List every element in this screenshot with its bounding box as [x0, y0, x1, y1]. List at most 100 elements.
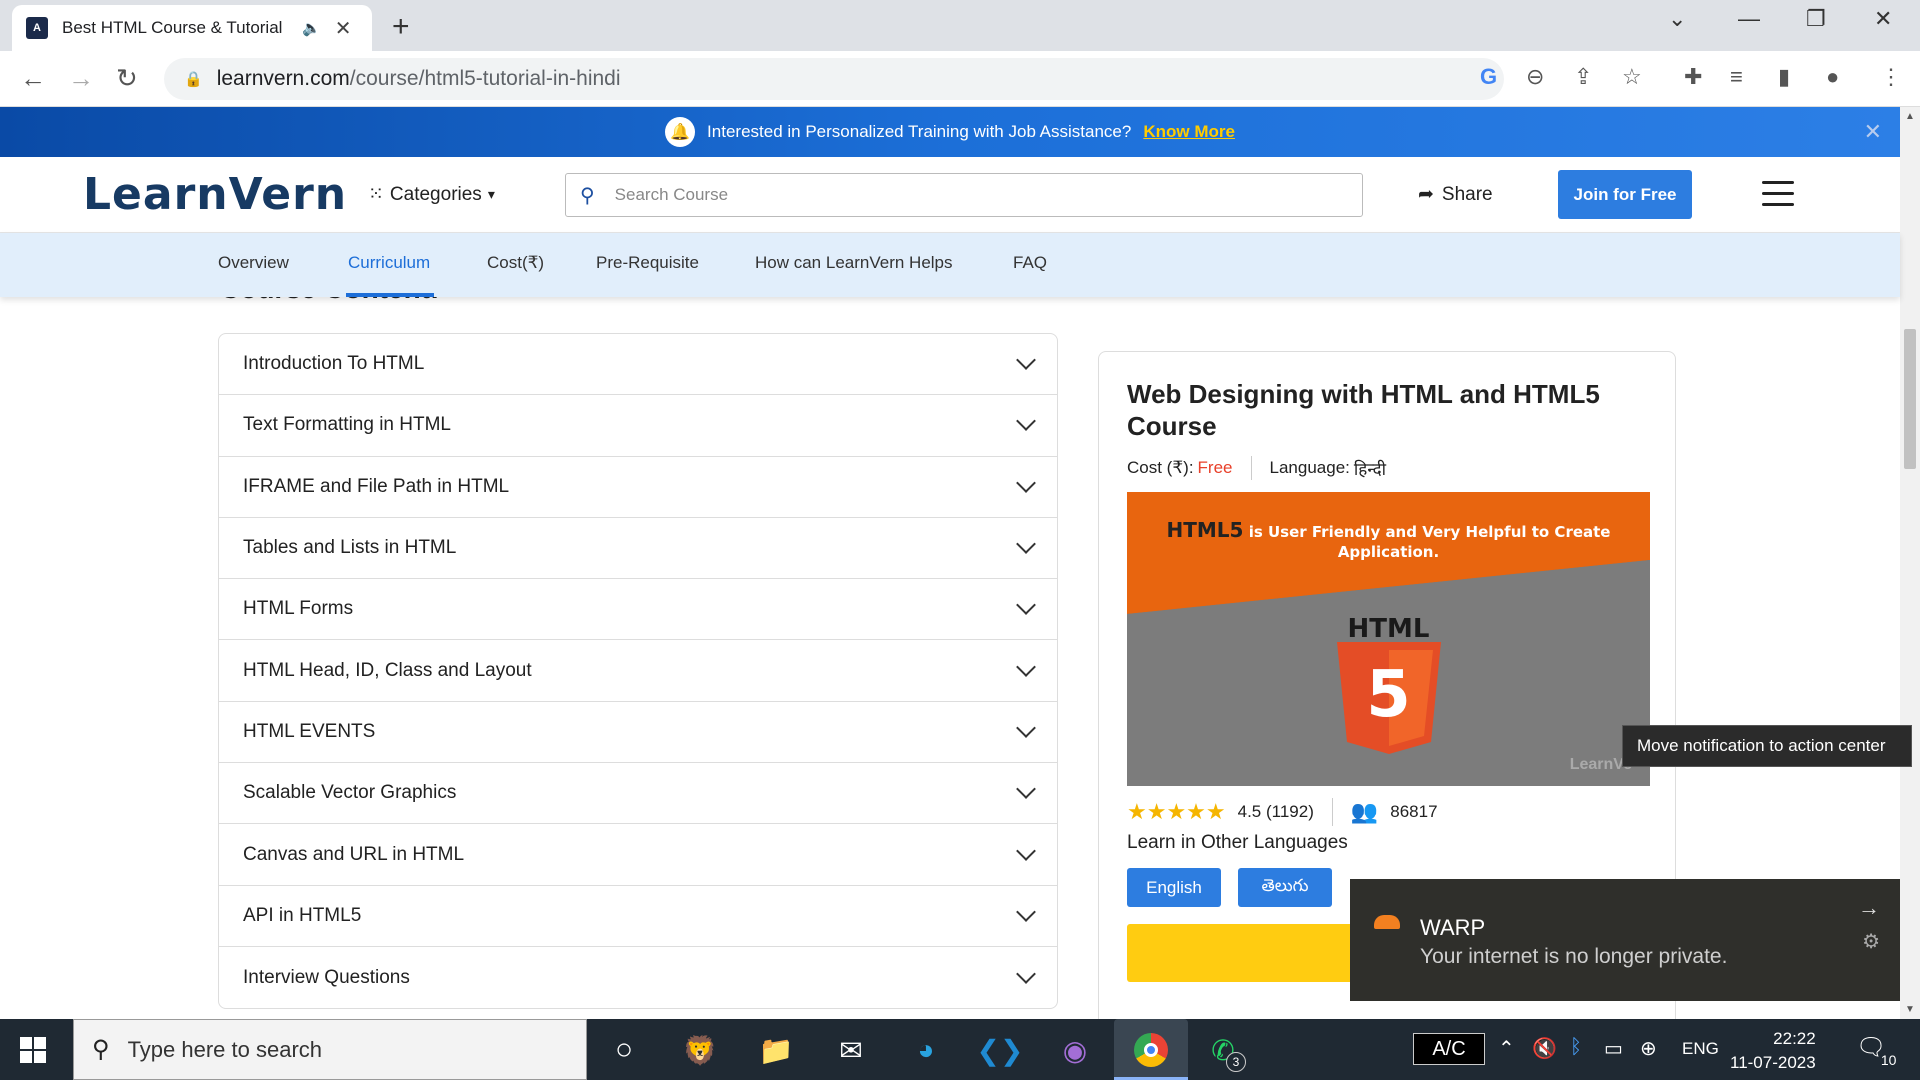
- close-tab-icon[interactable]: ✕: [335, 16, 352, 41]
- warp-notification[interactable]: WARP Your internet is no longer private.…: [1350, 879, 1900, 1001]
- learnvern-logo[interactable]: LearnVern: [83, 169, 347, 220]
- whatsapp-icon[interactable]: ✆ 3: [1200, 1028, 1246, 1072]
- vscode-icon[interactable]: ❮❯: [977, 1028, 1024, 1072]
- page-scrollbar[interactable]: ▲ ▼: [1900, 107, 1920, 1019]
- search-course-input[interactable]: ⚲ Search Course: [565, 173, 1363, 217]
- file-explorer-icon[interactable]: 📁: [753, 1028, 799, 1072]
- tab-faq[interactable]: FAQ: [1013, 253, 1047, 273]
- reload-icon[interactable]: ↻: [116, 63, 138, 94]
- module-row[interactable]: HTML Head, ID, Class and Layout: [219, 640, 1057, 702]
- scroll-up-icon[interactable]: ▲: [1905, 111, 1915, 122]
- module-title: IFRAME and File Path in HTML: [243, 475, 510, 497]
- restore-button[interactable]: ❐: [1806, 6, 1826, 32]
- gear-icon[interactable]: ⚙: [1862, 929, 1880, 954]
- close-window-button[interactable]: ✕: [1874, 6, 1892, 32]
- profile-avatar-icon[interactable]: ●: [1826, 64, 1839, 90]
- tab-search-icon[interactable]: ⌄: [1668, 6, 1686, 32]
- english-language-button[interactable]: English: [1127, 868, 1221, 907]
- share-page-icon[interactable]: ⇪: [1574, 64, 1592, 90]
- module-row[interactable]: IFRAME and File Path in HTML: [219, 457, 1057, 518]
- telugu-language-button[interactable]: తెలుగు: [1238, 868, 1332, 907]
- chevron-down-icon: [1016, 901, 1036, 922]
- mail-icon[interactable]: ✉: [828, 1028, 874, 1072]
- toast-message: Your internet is no longer private.: [1420, 945, 1728, 968]
- chevron-down-icon: [1016, 963, 1036, 984]
- cortana-icon[interactable]: ○: [601, 1028, 647, 1072]
- join-for-free-button[interactable]: Join for Free: [1558, 170, 1692, 219]
- input-language[interactable]: ENG: [1682, 1039, 1719, 1059]
- battery-icon[interactable]: ▭: [1604, 1036, 1623, 1061]
- module-row[interactable]: Interview Questions: [219, 947, 1057, 1008]
- categories-menu[interactable]: ⁙ Categories ▾: [368, 183, 495, 206]
- chrome-menu-icon[interactable]: ⋮: [1880, 64, 1902, 90]
- categories-label: Categories: [389, 183, 482, 205]
- github-desktop-icon[interactable]: ◉: [1052, 1028, 1098, 1072]
- browser-toolbar: ← → ↻ 🔒 learnvern.com /course/html5-tuto…: [0, 51, 1920, 107]
- thumbnail-headline-html5: HTML5: [1166, 518, 1244, 542]
- hamburger-menu-icon[interactable]: [1762, 181, 1794, 214]
- scrollbar-thumb[interactable]: [1904, 329, 1916, 469]
- bookmark-star-icon[interactable]: ☆: [1622, 64, 1642, 90]
- show-hidden-icons-icon[interactable]: ⌃: [1498, 1036, 1515, 1061]
- action-center-icon[interactable]: 🗨 10: [1856, 1033, 1897, 1068]
- volume-muted-icon[interactable]: 🔇: [1532, 1036, 1557, 1061]
- module-row[interactable]: API in HTML5: [219, 886, 1057, 947]
- thumbnail-headline-text: is User Friendly and Very Helpful to Cre…: [1248, 523, 1611, 561]
- module-row[interactable]: Tables and Lists in HTML: [219, 518, 1057, 580]
- side-panel-icon[interactable]: ▮: [1778, 64, 1790, 90]
- url-path: /course/html5-tutorial-in-hindi: [349, 67, 621, 90]
- google-lens-icon[interactable]: G: [1480, 64, 1497, 90]
- module-row[interactable]: Scalable Vector Graphics: [219, 763, 1057, 825]
- tab-overview[interactable]: Overview: [218, 253, 289, 273]
- media-control-icon[interactable]: ≡: [1730, 64, 1743, 90]
- arrow-right-icon[interactable]: →: [1858, 895, 1880, 921]
- module-title: HTML Head, ID, Class and Layout: [243, 659, 532, 681]
- chevron-down-icon: [1016, 411, 1036, 432]
- know-more-link[interactable]: Know More: [1143, 122, 1235, 142]
- course-thumbnail[interactable]: HTML5 is User Friendly and Very Helpful …: [1127, 492, 1650, 786]
- module-row[interactable]: HTML EVENTS: [219, 702, 1057, 764]
- chevron-down-icon: [1016, 595, 1036, 616]
- taskbar-search-input[interactable]: ⚲ Type here to search: [73, 1019, 587, 1080]
- ac-indicator[interactable]: A/C: [1413, 1033, 1485, 1065]
- scroll-down-icon[interactable]: ▼: [1905, 1004, 1915, 1015]
- new-tab-button[interactable]: +: [392, 10, 410, 44]
- address-bar[interactable]: 🔒 learnvern.com /course/html5-tutorial-i…: [164, 58, 1504, 100]
- taskbar-search-placeholder: Type here to search: [127, 1036, 323, 1062]
- tab-cost[interactable]: Cost(₹): [487, 253, 544, 273]
- close-banner-icon[interactable]: ✕: [1864, 119, 1882, 145]
- brave-browser-icon[interactable]: 🦁: [677, 1028, 723, 1072]
- site-favicon-icon: A: [26, 17, 48, 39]
- module-row[interactable]: Text Formatting in HTML: [219, 395, 1057, 457]
- module-row[interactable]: Introduction To HTML: [219, 334, 1057, 396]
- share-button[interactable]: ➦ Share: [1418, 183, 1493, 206]
- chevron-down-icon: [1016, 840, 1036, 861]
- extensions-icon[interactable]: ✚: [1684, 64, 1702, 90]
- tab-pre-requisite[interactable]: Pre-Requisite: [596, 253, 699, 273]
- minimize-button[interactable]: —: [1738, 6, 1760, 32]
- edge-browser-icon[interactable]: ◕: [903, 1028, 949, 1072]
- browser-tab[interactable]: A Best HTML Course & Tutorial 🔈 ✕: [12, 5, 372, 51]
- star-rating-icon: ★★★★★: [1127, 799, 1226, 824]
- module-row[interactable]: HTML Forms: [219, 579, 1057, 641]
- promo-banner: 🔔 Interested in Personalized Training wi…: [0, 107, 1900, 157]
- active-tab-indicator: [346, 293, 434, 297]
- windows-start-icon[interactable]: [20, 1037, 46, 1063]
- tab-curriculum[interactable]: Curriculum: [348, 253, 430, 273]
- learners-icon: 👥: [1350, 799, 1379, 824]
- back-icon[interactable]: ←: [20, 63, 46, 94]
- module-row[interactable]: Canvas and URL in HTML: [219, 824, 1057, 886]
- lock-icon[interactable]: 🔒: [184, 70, 203, 88]
- bluetooth-icon[interactable]: ᛒ: [1570, 1036, 1582, 1059]
- section-title: Course Content:: [220, 297, 439, 305]
- zoom-icon[interactable]: ⊖: [1526, 64, 1544, 90]
- forward-icon[interactable]: →: [68, 63, 94, 94]
- tab-how-learnvern-helps[interactable]: How can LearnVern Helps: [755, 253, 953, 273]
- module-title: Text Formatting in HTML: [243, 414, 451, 436]
- network-globe-icon[interactable]: ⊕: [1640, 1036, 1657, 1061]
- clock[interactable]: 22:22 11-07-2023: [1730, 1027, 1816, 1075]
- chrome-taskbar-icon[interactable]: [1114, 1019, 1188, 1080]
- learners-count: 86817: [1390, 802, 1438, 821]
- chevron-down-icon: ▾: [487, 186, 495, 202]
- speaker-icon[interactable]: 🔈: [302, 19, 321, 37]
